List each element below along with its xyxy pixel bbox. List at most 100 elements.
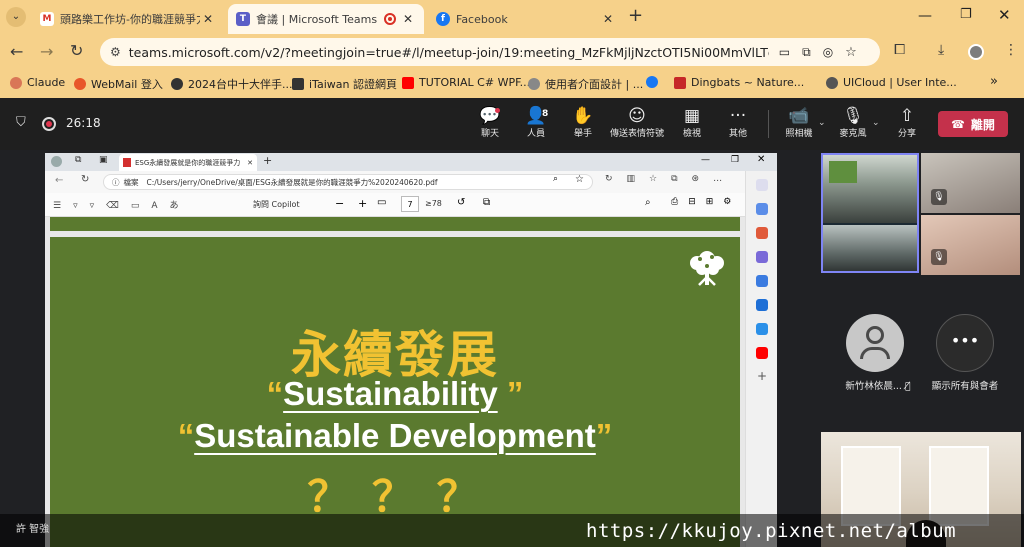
shared-screen: ⧉ ▣ ESG永續發展就是你的職涯競爭力 ✕ + — ❐ ✕ ← ↻ ⓘ 檔案 … [45,153,777,547]
page-number-field: 7 [401,196,419,212]
forward-arrow-icon[interactable]: → [40,42,53,61]
browser-tab-gmail[interactable]: M 頭路樂工作坊-你的職涯競爭力： ✕ [32,4,224,34]
pdf-file-icon [123,158,131,167]
send-icon [756,323,768,335]
install-app-icon[interactable]: ⧉ [802,45,811,60]
search-icon [756,179,768,191]
mic-muted-icon: 🎙 [931,249,947,265]
slide-term-sustainability: “Sustainability ” [266,375,524,412]
tab-actions-icon: ▣ [99,155,108,165]
mic-muted-icon: 🎙̸ [904,381,911,392]
divider [768,110,769,138]
souvenir-icon [171,78,183,90]
tab-title: Facebook [456,12,508,26]
pdf-slide-page: 永續發展 “Sustainability ” “Sustainable Deve… [50,237,740,547]
show-all-participants-button[interactable]: ••• [936,314,994,372]
bookmark-webmail[interactable]: WebMail 登入 [74,76,163,92]
pdf-address-bar: ⓘ 檔案 C:/Users/jerry/OneDrive/桌面/ESG永續發展就… [103,174,593,190]
bookmark-claude[interactable]: Claude [10,76,65,89]
camera-icon: 📹 [788,106,810,126]
send-reaction-button[interactable]: ☺ 傳送表情符號 [606,106,668,139]
participant-avatar[interactable] [846,314,904,372]
address-bar[interactable]: ⚙ teams.microsoft.com/v2/?meetingjoin=tr… [100,38,880,66]
pdf-browser-tab-bar: ⧉ ▣ ESG永續發展就是你的職涯競爭力 ✕ + — ❐ ✕ [45,153,777,171]
back-arrow-icon[interactable]: ← [10,42,23,61]
office-icon [756,275,768,287]
browser-tab-facebook[interactable]: f Facebook ✕ [428,4,624,34]
microphone-options-chevron-icon[interactable]: ⌄ [872,118,880,128]
bookmarks-bar: Claude WebMail 登入 2024台中十大伴手... iTaiwan … [0,70,1024,98]
slide-term-sustainable-development: “Sustainable Development” [177,417,613,454]
pdf-address-row: ← ↻ ⓘ 檔案 C:/Users/jerry/OneDrive/桌面/ESG永… [45,171,777,193]
restore-window-button[interactable]: ❐ [960,7,972,22]
close-tab-icon[interactable]: ✕ [400,12,416,26]
fit-page-icon: ▭ [377,197,387,208]
close-tab-icon[interactable]: ✕ [600,12,616,26]
chat-button[interactable]: 💬 聊天 [469,106,511,139]
reload-icon: ↻ [81,174,90,185]
uicloud-icon [826,76,838,89]
cast-icon[interactable]: ▭ [779,45,790,59]
tracking-protection-icon[interactable]: ◎ [823,45,833,59]
search-icon: ⌕ [645,197,651,208]
minimize-window-button[interactable]: — [918,8,932,24]
pdf-tab: ESG永續發展就是你的職涯競爭力 ✕ [119,154,257,171]
bookmarks-overflow-button[interactable]: » [990,74,998,89]
bookmark-tutorial[interactable]: TUTORIAL C# WPF... [402,76,530,89]
pdf-viewer: 永續發展 “Sustainability ” “Sustainable Deve… [45,217,746,547]
browser-tab-teams[interactable]: T 會議 | Microsoft Teams ✕ [228,4,424,34]
person-icon [866,326,884,344]
tag-icon [756,203,768,215]
bookmark-ui-design[interactable]: 使用者介面設計 | ... [528,76,643,92]
more-options-button[interactable]: ··· 其他 [717,106,759,139]
shield-icon: ⛉ [16,115,26,130]
participant-video-1[interactable]: 🎙 [921,153,1020,213]
bookmark-facebook[interactable] [646,76,663,88]
bookmark-souvenir[interactable]: 2024台中十大伴手... [171,76,292,92]
view-button[interactable]: ▦ 檢視 [671,106,713,139]
toolbar-icons: ↻▥☆⧉⊛… [605,174,737,184]
profile-avatar[interactable] [968,44,984,60]
new-tab-icon: + [263,154,273,167]
bookmark-dingbats[interactable]: Dingbats ~ Nature... [674,76,804,89]
close-icon: ✕ [757,154,766,165]
bookmark-uicloud[interactable]: UICloud | User Inte... [826,76,957,89]
tab-list-dropdown-button[interactable]: ⌄ [6,7,26,27]
zoom-in-icon: + [358,197,368,210]
browser-toolbar: ← → ↻ ⚙ teams.microsoft.com/v2/?meetingj… [0,34,1024,70]
youtube-icon [402,76,414,89]
download-icon[interactable]: ⤓ [938,42,944,58]
camera-button[interactable]: 📹 照相機 [778,106,820,139]
new-tab-button[interactable]: + [628,7,643,25]
close-tab-icon[interactable]: ✕ [200,12,216,26]
extensions-icon[interactable]: ⧠ [894,42,905,58]
add-icon: + [757,369,768,383]
presenter-video-tile[interactable] [821,153,919,273]
reload-icon[interactable]: ↻ [70,41,83,60]
browser-menu-icon[interactable]: ⋮ [1004,42,1018,58]
page-total: ≥78 [425,199,442,208]
microphone-button[interactable]: 🎙 麥克風 [832,106,874,139]
close-window-button[interactable]: ✕ [998,6,1011,24]
participant-video-2[interactable]: 🎙 [921,215,1020,275]
share-button[interactable]: ⇧ 分享 [886,106,928,139]
raise-hand-button[interactable]: ✋ 舉手 [562,106,604,139]
webmail-icon [74,78,86,90]
site-info-icon[interactable]: ⚙ [110,45,121,59]
bookmark-itaiwan[interactable]: iTaiwan 認證網頁 [292,76,397,92]
people-button[interactable]: 👤 人員 8 [515,106,557,139]
tab-title: 頭路樂工作坊-你的職涯競爭力： [60,13,200,26]
restore-icon: ❐ [731,155,740,165]
tree-logo-icon [690,251,724,286]
leave-meeting-button[interactable]: ☎ 離開 [938,111,1008,137]
workspaces-icon: ⧉ [75,155,82,165]
two-page-icon: ⧉ [483,197,491,208]
people-icon: 👤 [525,106,547,126]
facebook-icon: f [436,12,450,26]
url-text: teams.microsoft.com/v2/?meetingjoin=true… [128,44,769,60]
tab-title: 會議 | Microsoft Teams [256,13,378,26]
rotate-icon: ↺ [457,197,466,208]
bookmark-star-icon[interactable]: ☆ [845,45,857,60]
camera-options-chevron-icon[interactable]: ⌄ [818,118,826,128]
gmail-icon: M [40,12,54,26]
